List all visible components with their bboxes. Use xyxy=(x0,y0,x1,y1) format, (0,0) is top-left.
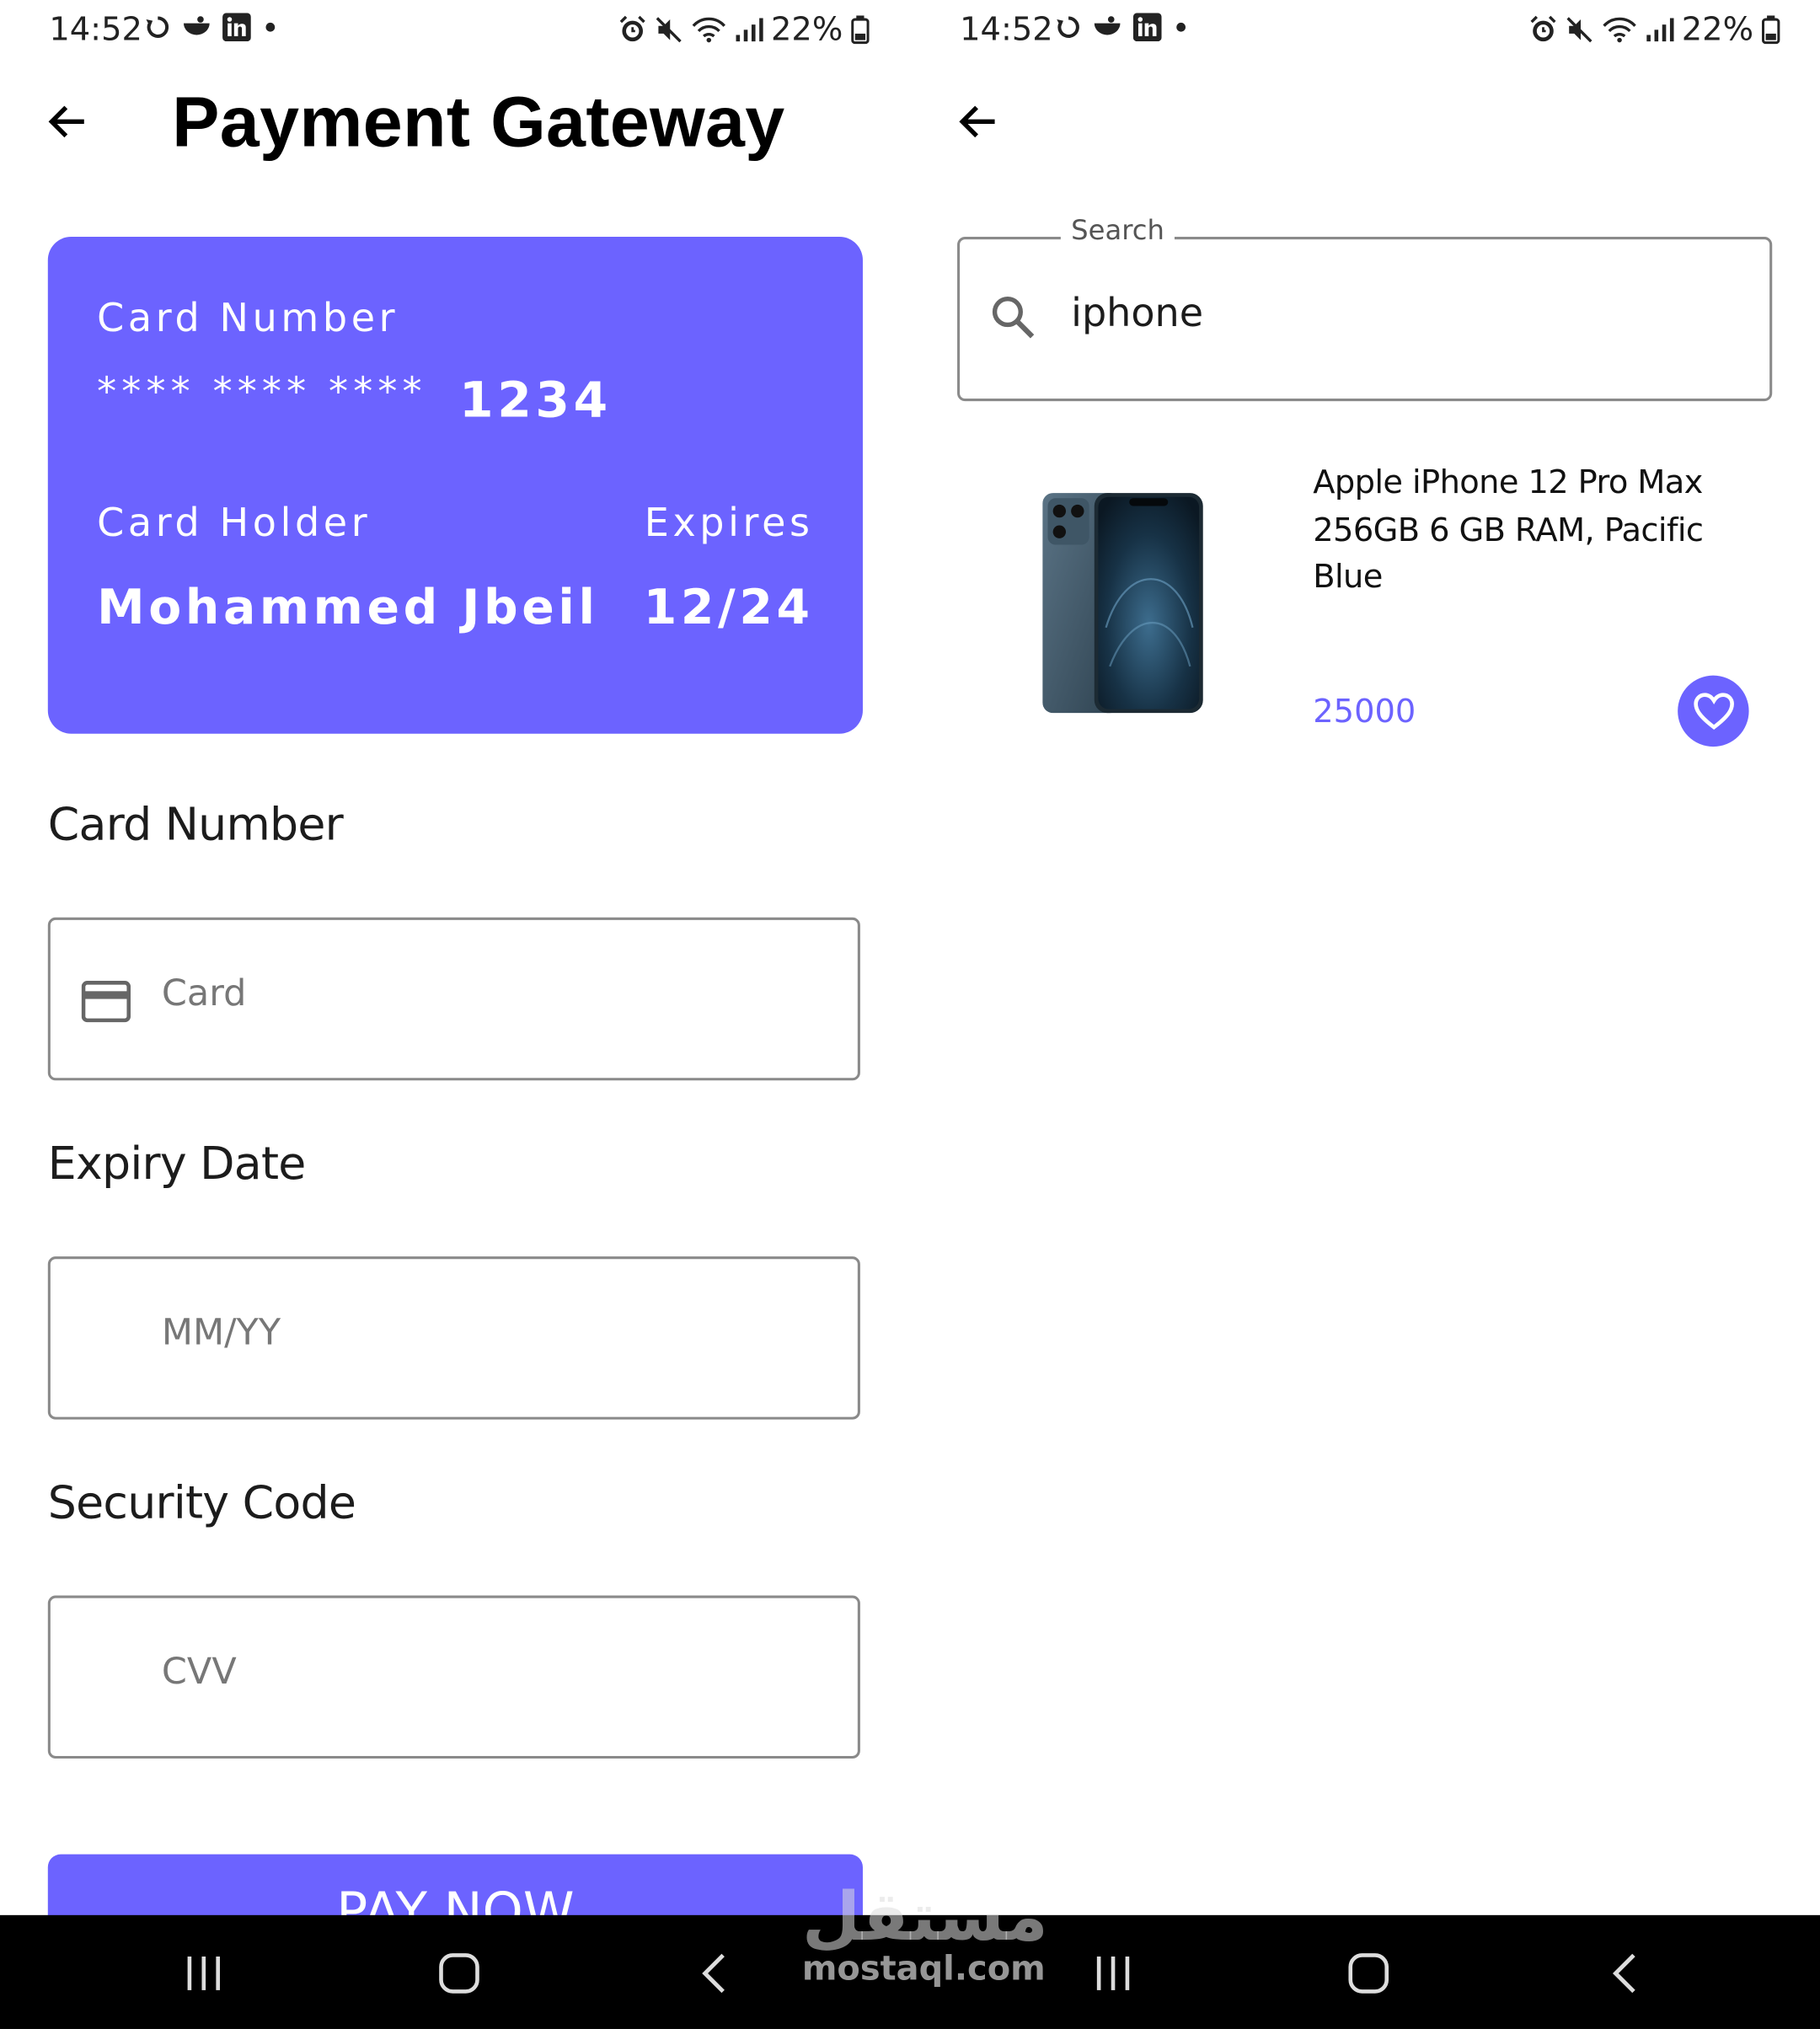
battery-icon xyxy=(1761,14,1780,44)
search-legend: Search xyxy=(1060,214,1175,246)
card-number-heading: Card Number xyxy=(47,800,344,852)
card-number-last4: 1234 xyxy=(458,371,612,429)
app-icon xyxy=(183,16,210,35)
app-icon xyxy=(1094,16,1121,35)
product-price: 25000 xyxy=(1313,692,1416,731)
expires-value: 12/24 xyxy=(643,579,814,636)
sync-icon xyxy=(146,16,169,38)
arrow-left-icon xyxy=(959,105,995,138)
linkedin-icon xyxy=(222,13,251,42)
expiry-date-heading: Expiry Date xyxy=(47,1138,307,1191)
phone-image xyxy=(1042,493,1203,714)
product-image[interactable] xyxy=(1035,485,1209,725)
back-icon xyxy=(702,1953,725,1994)
back-icon xyxy=(1612,1953,1635,1994)
wifi-icon xyxy=(1603,17,1636,42)
product-title[interactable]: Apple iPhone 12 Pro Max 256GB 6 GB RAM, … xyxy=(1313,459,1753,601)
signal-icon xyxy=(736,17,763,41)
card-number-masked: **** **** **** xyxy=(97,370,427,415)
signal-icon xyxy=(1646,17,1674,41)
card-number-label: Card Number xyxy=(97,296,399,342)
status-right: 22% xyxy=(618,10,870,48)
cvv-field[interactable]: CVV xyxy=(47,1595,860,1759)
status-notification-icons xyxy=(145,13,280,42)
search-icon xyxy=(992,297,1035,339)
wifi-icon xyxy=(692,17,725,42)
card-holder-name: Mohammed Jbeil xyxy=(97,579,599,636)
back-button-search[interactable] xyxy=(957,101,998,149)
home-icon xyxy=(1348,1953,1389,1994)
credit-card-icon xyxy=(81,981,131,1023)
status-notification-icons-right xyxy=(1056,13,1191,42)
sync-icon xyxy=(1057,16,1079,38)
watermark-latin: mostaql.com xyxy=(801,1950,1046,1989)
mute-icon xyxy=(1566,16,1592,42)
alarm-icon xyxy=(1530,15,1556,41)
watermark-arabic: مستقل xyxy=(801,1878,1048,1957)
page-title: Payment Gateway xyxy=(172,81,785,162)
battery-percent: 22% xyxy=(770,10,843,48)
dot-icon xyxy=(1176,22,1186,32)
arrow-left-icon xyxy=(48,105,84,138)
battery-icon xyxy=(850,14,870,44)
battery-percent: 22% xyxy=(1681,10,1754,48)
back-button[interactable] xyxy=(46,101,88,149)
expiry-date-field[interactable]: MM/YY xyxy=(47,1256,860,1420)
favorite-button[interactable] xyxy=(1678,675,1749,747)
alarm-icon xyxy=(619,15,645,41)
mute-icon xyxy=(656,16,682,42)
security-code-heading: Security Code xyxy=(47,1477,356,1530)
card-placeholder: Card xyxy=(161,972,247,1014)
heart-icon xyxy=(1693,692,1734,730)
status-right-2: 22% xyxy=(1529,10,1780,48)
dot-icon xyxy=(265,22,276,32)
status-time-right: 14:52 xyxy=(960,10,1053,48)
recent-apps-icon xyxy=(1096,1956,1130,1990)
credit-card-preview: Card Number **** **** **** 1234 Card Hol… xyxy=(47,237,863,734)
card-number-field[interactable]: Card xyxy=(47,917,860,1081)
home-icon xyxy=(439,1953,479,1994)
cvv-placeholder: CVV xyxy=(161,1650,237,1693)
expires-label: Expires xyxy=(644,501,814,547)
screenshot: 14:52 22% Payment Gateway Card Number **… xyxy=(0,0,1820,2029)
search-input[interactable]: iphone xyxy=(1071,292,1203,337)
recent-apps-icon xyxy=(187,1956,220,1990)
expiry-placeholder: MM/YY xyxy=(161,1310,281,1354)
card-holder-label: Card Holder xyxy=(97,501,372,547)
status-time: 14:52 xyxy=(49,10,142,48)
linkedin-icon xyxy=(1132,13,1162,42)
